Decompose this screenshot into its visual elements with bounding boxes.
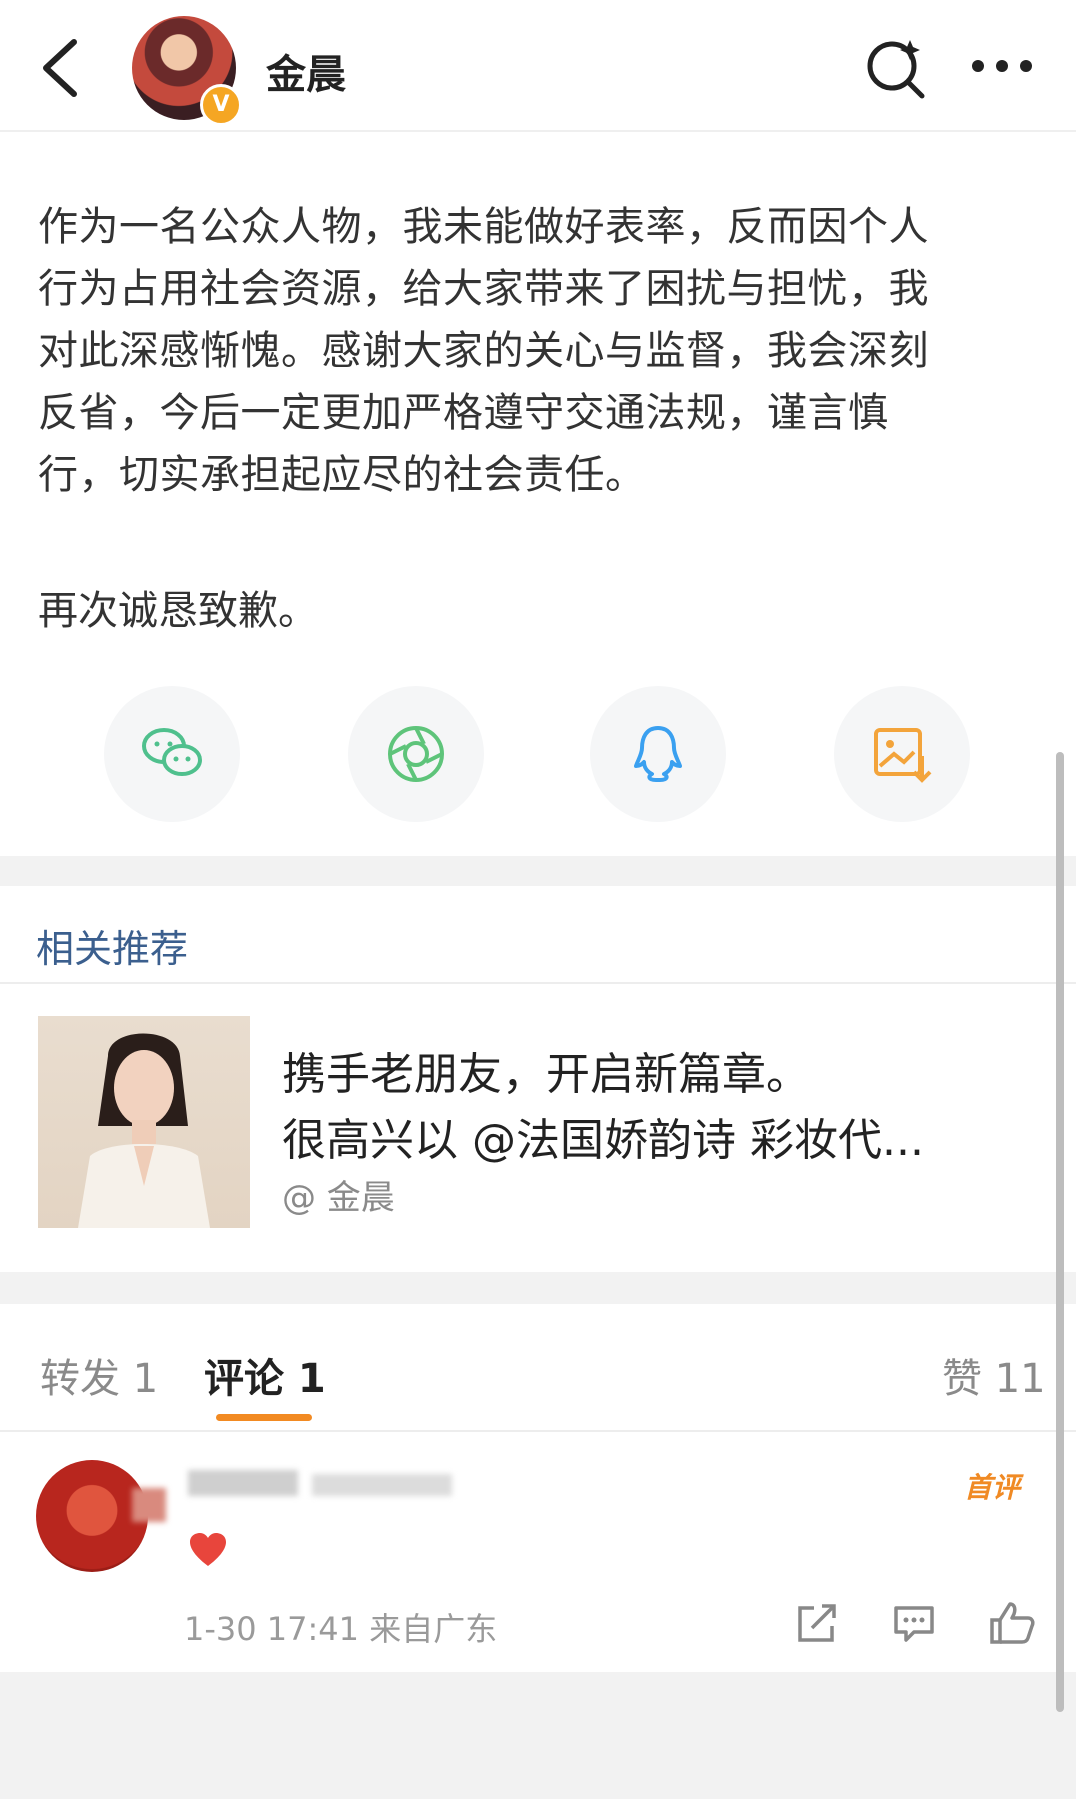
comment-meta: 1-30 17:41 来自广东 (184, 1610, 498, 1648)
post-text: 作为一名公众人物，我未能做好表率，反而因个人 行为占用社会资源，给大家带来了困扰… (38, 204, 929, 498)
wechat-icon (142, 728, 202, 776)
save-image-icon (874, 728, 932, 783)
more-options-icon[interactable] (968, 50, 1036, 82)
related-thumbnail[interactable] (38, 1016, 250, 1228)
username[interactable]: 金晨 (266, 42, 346, 100)
related-source[interactable]: @ 金晨 (282, 1170, 395, 1219)
verified-badge: V (200, 84, 242, 126)
divider (0, 1430, 1076, 1432)
save-image-button[interactable] (834, 686, 970, 822)
active-tab-indicator (216, 1414, 312, 1421)
share-moments-button[interactable] (348, 686, 484, 822)
search-icon[interactable] (862, 34, 928, 100)
blurred-avatar-mask (132, 1488, 166, 1522)
share-qq-button[interactable] (590, 686, 726, 822)
tab-like[interactable]: 赞 11 (942, 1346, 1046, 1404)
first-comment-badge: 首评 (964, 1471, 1021, 1504)
related-title: 相关推荐 (36, 927, 189, 971)
qq-icon (634, 726, 682, 782)
scrollbar[interactable] (1056, 752, 1064, 1712)
tab-repost[interactable]: 转发 1 (40, 1346, 158, 1404)
moments-icon (388, 726, 444, 782)
share-comment-icon[interactable] (794, 1604, 838, 1644)
blurred-username (312, 1474, 452, 1496)
tab-comment[interactable]: 评论 1 (204, 1346, 326, 1404)
related-summary[interactable]: 很高兴以 @法国娇韵诗 彩妆代... (282, 1104, 924, 1168)
section-separator (0, 856, 1076, 886)
divider (0, 982, 1076, 984)
section-separator (0, 1272, 1076, 1304)
page-bottom-background (0, 1672, 1076, 1799)
blurred-username (188, 1470, 298, 1496)
top-bar: V 金晨 (0, 0, 1076, 132)
share-wechat-button[interactable] (104, 686, 240, 822)
back-arrow-icon[interactable] (34, 36, 86, 100)
reply-icon[interactable] (892, 1604, 936, 1644)
related-headline[interactable]: 携手老朋友，开启新篇章。 (282, 1038, 810, 1102)
post-text-closing: 再次诚恳致歉。 (38, 588, 318, 634)
heart-emoji-icon (190, 1533, 226, 1566)
like-icon[interactable] (988, 1600, 1036, 1646)
